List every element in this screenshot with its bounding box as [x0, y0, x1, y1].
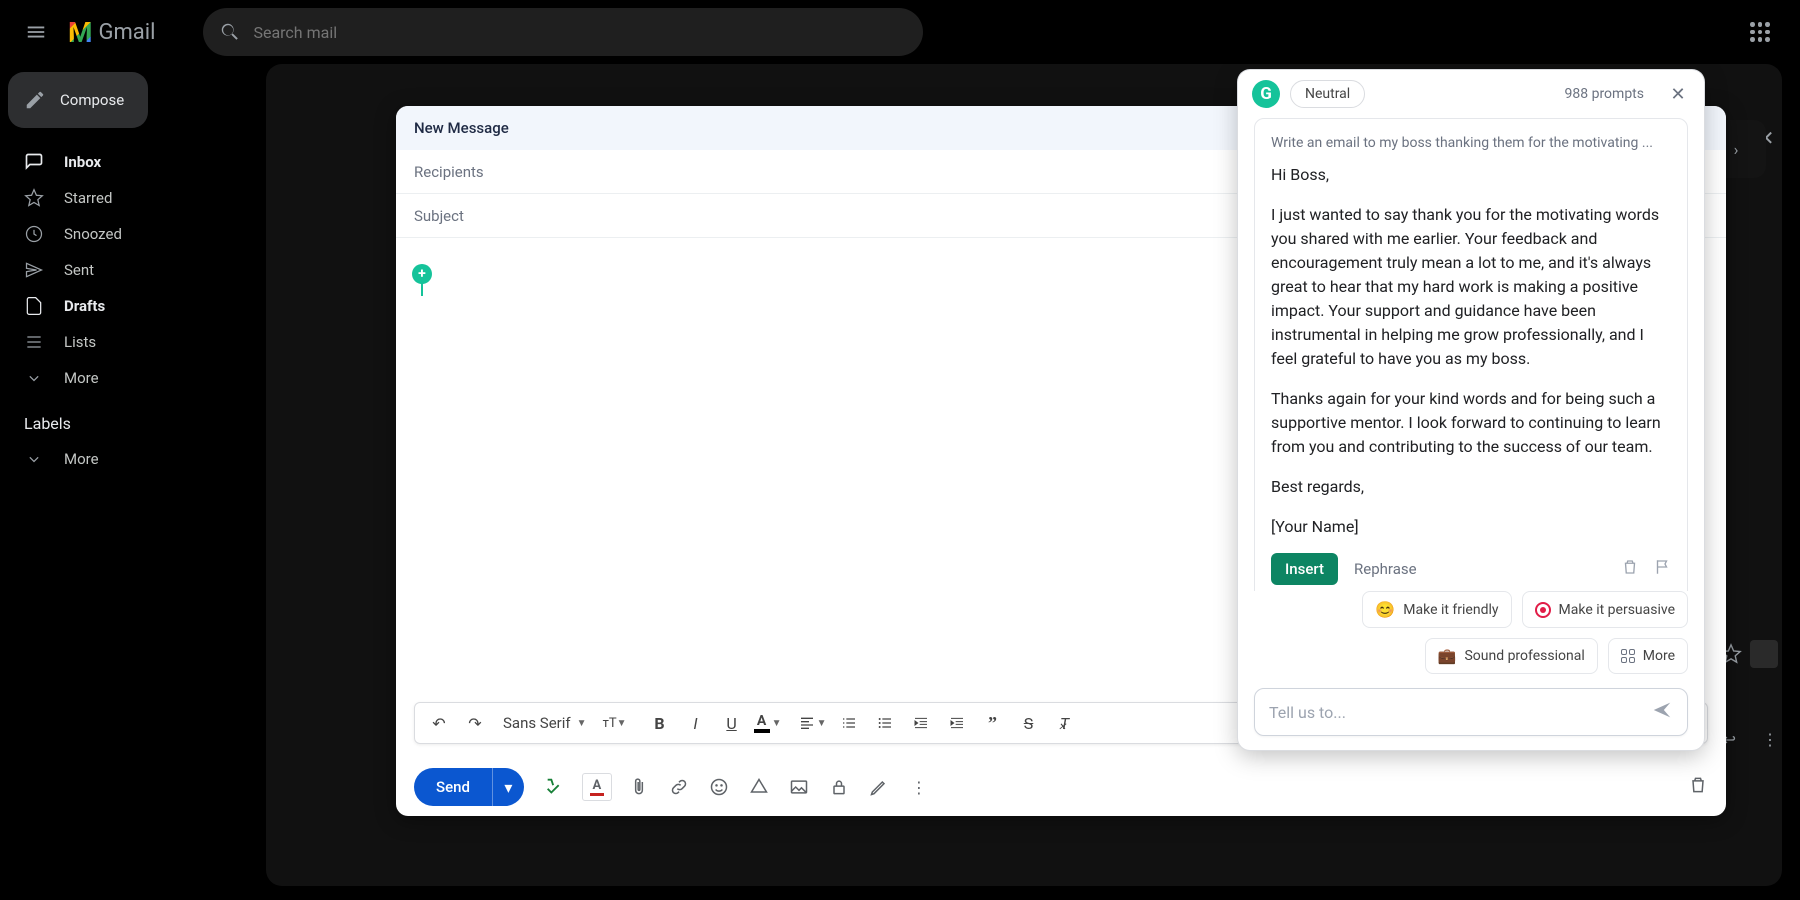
discard-draft-button[interactable]	[1688, 775, 1708, 799]
tone-selector[interactable]: Neutral	[1290, 80, 1365, 108]
text-color-button[interactable]: A▼	[752, 707, 784, 739]
flag-result-button[interactable]	[1653, 558, 1671, 580]
send-button-group: Send ▾	[414, 768, 524, 806]
spellcheck-icon[interactable]	[542, 774, 568, 800]
font-selector[interactable]: Sans Serif▼	[495, 714, 595, 732]
submit-prompt-button[interactable]	[1651, 699, 1673, 725]
font-size-button[interactable]: тT ▼	[599, 707, 631, 739]
redo-button[interactable]: ↷	[459, 707, 491, 739]
gmail-text: Gmail	[99, 20, 156, 45]
suggestion-friendly[interactable]: 😊Make it friendly	[1362, 591, 1511, 628]
send-button[interactable]: Send	[414, 768, 492, 806]
grammarly-logo-icon: G	[1252, 80, 1280, 108]
strikethrough-button[interactable]: S	[1013, 707, 1045, 739]
mail-row-actions	[1720, 640, 1778, 668]
rephrase-button[interactable]: Rephrase	[1354, 560, 1417, 578]
lock-icon[interactable]	[826, 774, 852, 800]
insert-button[interactable]: Insert	[1271, 553, 1338, 585]
grid-icon	[1621, 649, 1635, 663]
sidebar-item-more[interactable]: More	[0, 360, 256, 396]
send-icon	[24, 260, 44, 280]
grammarly-result-card: Write an email to my boss thanking them …	[1254, 118, 1688, 591]
prompt-preview: Write an email to my boss thanking them …	[1271, 135, 1671, 151]
apps-grid-icon	[1750, 22, 1770, 42]
file-icon	[24, 296, 44, 316]
gmail-m-icon: M	[68, 16, 93, 49]
trash-icon	[1688, 775, 1708, 795]
suggestion-professional[interactable]: 💼Sound professional	[1425, 638, 1598, 674]
grammarly-panel: G Neutral 988 prompts ✕ Write an email t…	[1238, 70, 1704, 750]
placeholder-icon	[1750, 640, 1778, 668]
suggestion-more[interactable]: More	[1608, 638, 1688, 674]
more-options-icon[interactable]: ⋮	[906, 774, 932, 800]
undo-button[interactable]: ↶	[423, 707, 455, 739]
suggestion-persuasive[interactable]: Make it persuasive	[1522, 591, 1688, 628]
clock-icon	[24, 224, 44, 244]
compose-label: Compose	[60, 91, 124, 109]
clear-format-button[interactable]: T✕	[1049, 707, 1081, 739]
numbered-list-button[interactable]	[833, 707, 865, 739]
attach-icon[interactable]	[626, 774, 652, 800]
sidebar-item-inbox[interactable]: Inbox	[0, 144, 256, 180]
italic-button[interactable]: I	[680, 707, 712, 739]
pen-icon[interactable]	[866, 774, 892, 800]
bullet-list-button[interactable]	[869, 707, 901, 739]
emoji-icon[interactable]	[706, 774, 732, 800]
search-bar[interactable]	[203, 8, 923, 56]
prompts-remaining: 988 prompts	[1565, 86, 1644, 102]
sidebar: Compose Inbox Starred Snoozed Sent Draft…	[0, 64, 256, 900]
target-icon	[1535, 602, 1551, 618]
sidebar-item-sent[interactable]: Sent	[0, 252, 256, 288]
quote-button[interactable]: ”	[977, 707, 1009, 739]
hamburger-icon	[25, 21, 47, 43]
search-icon	[219, 21, 241, 43]
sidebar-item-drafts[interactable]: Drafts	[0, 288, 256, 324]
more-icon[interactable]: ⋮	[1762, 730, 1778, 749]
grammarly-input-wrap[interactable]	[1254, 688, 1688, 736]
generated-text: Hi Boss, I just wanted to say thank you …	[1271, 163, 1671, 539]
chevron-down-icon	[24, 449, 44, 469]
smile-icon: 😊	[1375, 600, 1395, 619]
indent-less-button[interactable]	[905, 707, 937, 739]
link-icon[interactable]	[666, 774, 692, 800]
underline-button[interactable]: U	[716, 707, 748, 739]
list-icon	[24, 332, 44, 352]
align-button[interactable]: ▼	[797, 707, 829, 739]
pencil-icon	[24, 89, 46, 111]
labels-more[interactable]: More	[0, 441, 256, 477]
chevron-down-icon	[24, 368, 44, 388]
sidebar-item-starred[interactable]: Starred	[0, 180, 256, 216]
text-format-icon[interactable]: A	[582, 773, 612, 801]
grammarly-stem	[421, 282, 423, 296]
star-icon	[24, 188, 44, 208]
labels-header: Labels	[0, 396, 256, 441]
grammarly-plus-icon[interactable]: +	[412, 264, 432, 284]
grammarly-input[interactable]	[1269, 703, 1641, 722]
image-icon[interactable]	[786, 774, 812, 800]
inbox-icon	[24, 152, 44, 172]
delete-result-button[interactable]	[1621, 558, 1639, 580]
close-panel-button[interactable]: ✕	[1666, 84, 1690, 105]
bold-button[interactable]: B	[644, 707, 676, 739]
indent-more-button[interactable]	[941, 707, 973, 739]
sidebar-item-snoozed[interactable]: Snoozed	[0, 216, 256, 252]
compose-button[interactable]: Compose	[8, 72, 148, 128]
google-apps-button[interactable]	[1736, 8, 1784, 56]
search-input[interactable]	[253, 23, 907, 42]
compose-footer: Send ▾ A ⋮	[396, 758, 1726, 816]
send-options-button[interactable]: ▾	[492, 768, 524, 806]
main-menu-button[interactable]	[12, 8, 60, 56]
sidebar-item-lists[interactable]: Lists	[0, 324, 256, 360]
drive-icon[interactable]	[746, 774, 772, 800]
briefcase-icon: 💼	[1438, 647, 1457, 665]
gmail-logo[interactable]: M Gmail	[68, 16, 155, 49]
